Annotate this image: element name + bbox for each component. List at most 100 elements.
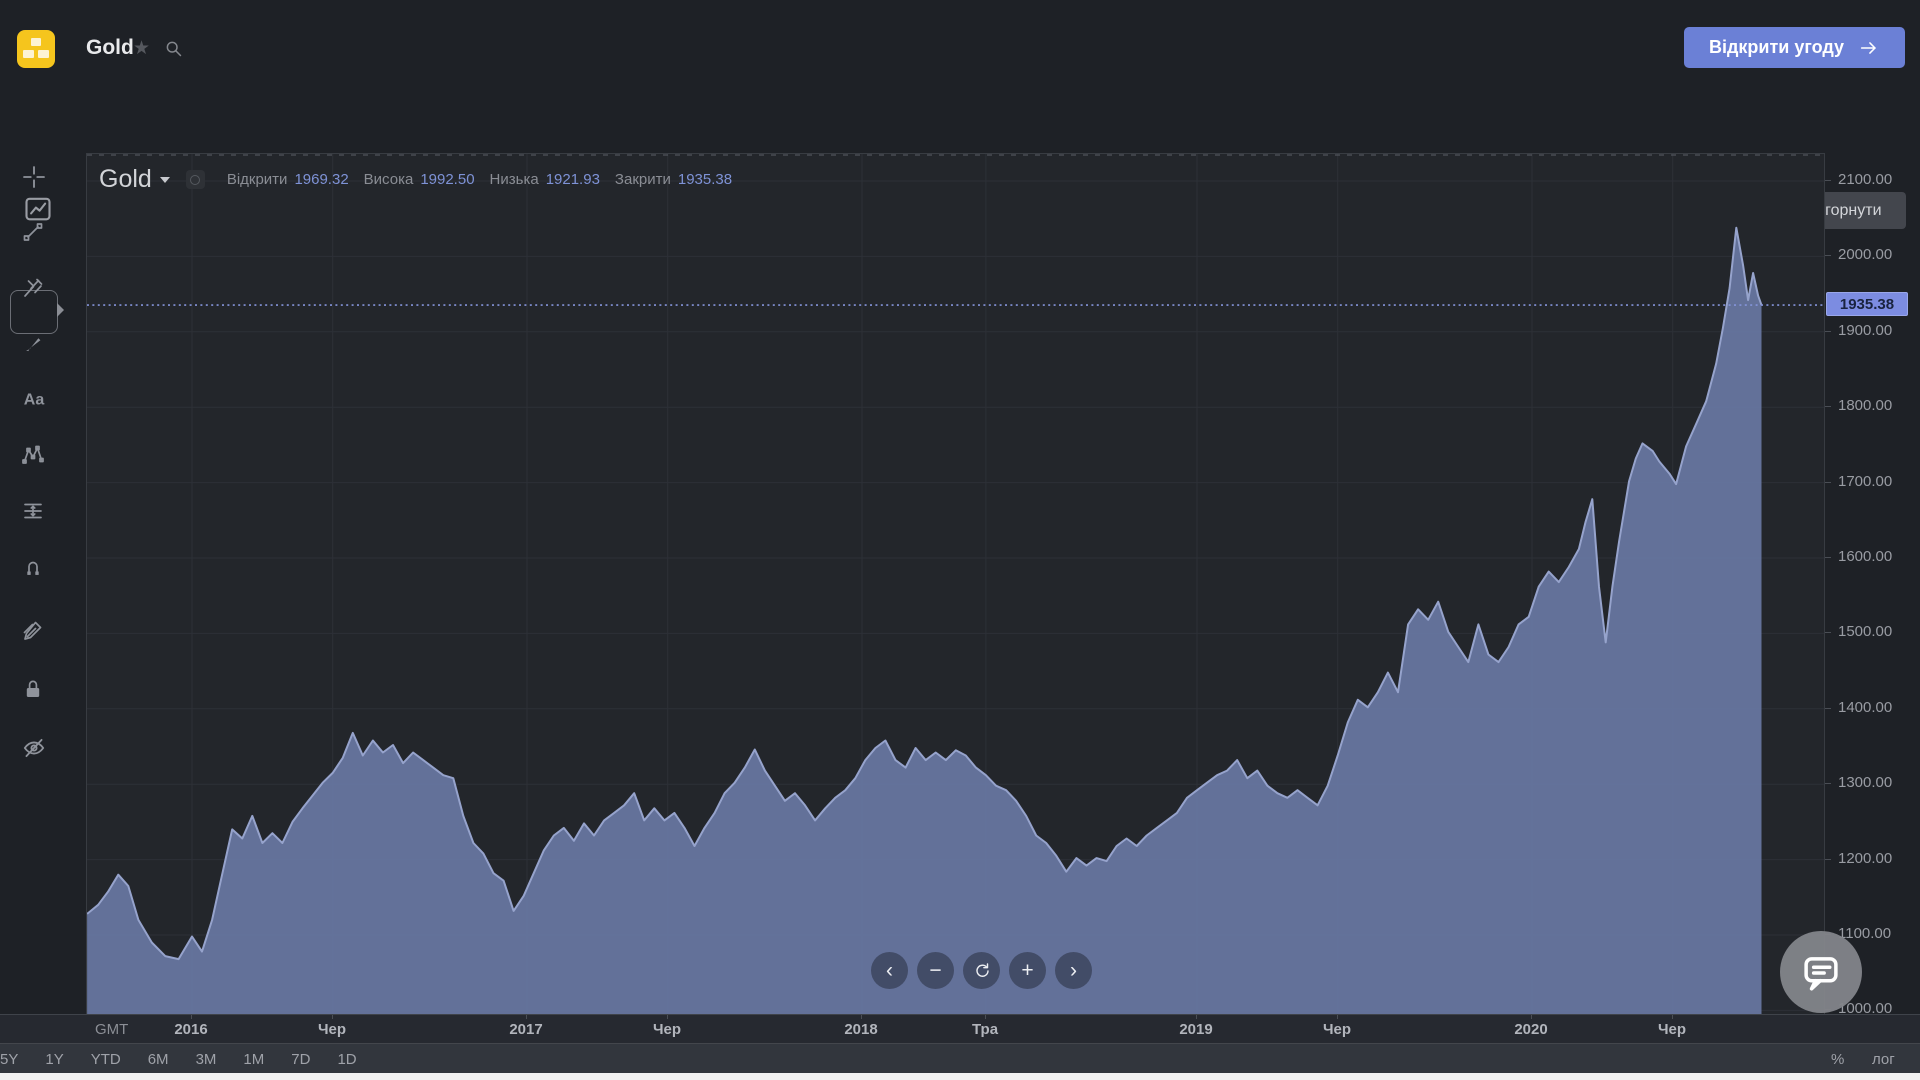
crosshair-tool-icon[interactable]	[21, 164, 45, 188]
symbol-title: Gold	[86, 36, 134, 60]
xabcd-pattern-tool-icon[interactable]	[21, 443, 45, 467]
zoom-in-button[interactable]: +	[1009, 952, 1046, 989]
price-tick-label: 1900.00	[1838, 322, 1892, 339]
chat-bubble-icon	[1800, 951, 1842, 993]
price-tick-label: 2100.00	[1838, 171, 1892, 188]
search-icon[interactable]	[163, 38, 184, 59]
price-tick-mark	[1825, 406, 1831, 407]
time-tick-mark	[985, 1015, 986, 1019]
range-button-1Y[interactable]: 1Y	[45, 1051, 63, 1068]
time-tick-mark	[861, 1015, 862, 1019]
time-tick-label-2017: 2017	[471, 1021, 581, 1038]
time-tick-label-Чер: Чер	[1617, 1021, 1727, 1038]
chat-button[interactable]	[1780, 931, 1862, 1013]
range-button-6M[interactable]: 6M	[148, 1051, 169, 1068]
price-tick-mark	[1825, 557, 1831, 558]
legend-label-1: Висока	[364, 171, 414, 188]
range-button-YTD[interactable]: YTD	[91, 1051, 121, 1068]
gold-area-chart	[87, 154, 1825, 1015]
time-tick-label-Тра: Тра	[930, 1021, 1040, 1038]
text-tool-icon[interactable]: Aa	[21, 387, 45, 411]
pitchfork-tool-icon[interactable]	[21, 276, 45, 300]
zoom-out-button[interactable]: −	[917, 952, 954, 989]
chart-plot[interactable]: Gold Відкрити 1969.32 Висока 1992.50 Низька 1…	[86, 153, 1825, 1015]
time-tick-mark	[1196, 1015, 1197, 1019]
price-tick-mark	[1825, 632, 1831, 633]
range-button-1M[interactable]: 1M	[243, 1051, 264, 1068]
range-button-5Y[interactable]: 5Y	[0, 1051, 18, 1068]
price-tick-mark	[1825, 482, 1831, 483]
drawing-toolbar: Aa	[0, 135, 66, 1015]
lock-tool-icon[interactable]	[21, 677, 45, 701]
log-scale-button[interactable]: лог	[1872, 1051, 1895, 1068]
time-tick-mark	[1672, 1015, 1673, 1019]
legend-label-3: Закрити	[615, 171, 671, 188]
reset-button[interactable]	[963, 952, 1000, 989]
brush-tool-icon[interactable]	[21, 331, 45, 355]
legend-value-2: 1921.93	[546, 171, 600, 188]
timezone-label[interactable]: GMT	[95, 1021, 128, 1038]
time-tick-mark	[332, 1015, 333, 1019]
range-button-3M[interactable]: 3M	[196, 1051, 217, 1068]
legend-label-2: Низька	[490, 171, 539, 188]
price-tick-mark	[1825, 859, 1831, 860]
open-deal-label: Відкрити угоду	[1709, 37, 1844, 58]
range-button-1D[interactable]: 1D	[337, 1051, 356, 1068]
price-tick-label: 1300.00	[1838, 774, 1892, 791]
pan-right-button[interactable]: ›	[1055, 952, 1092, 989]
legend-value-0: 1969.32	[294, 171, 348, 188]
price-tick-label: 1700.00	[1838, 473, 1892, 490]
price-tick-mark	[1825, 708, 1831, 709]
time-tick-mark	[1337, 1015, 1338, 1019]
price-tick-label: 2000.00	[1838, 246, 1892, 263]
price-tick-label: 1200.00	[1838, 850, 1892, 867]
draw-tool-icon[interactable]	[21, 618, 45, 642]
long-position-tool-icon[interactable]	[21, 499, 45, 523]
price-tick-mark	[1825, 180, 1831, 181]
percent-scale-button[interactable]: %	[1831, 1051, 1844, 1068]
price-tick-label: 1800.00	[1838, 397, 1892, 414]
time-tick-mark	[667, 1015, 668, 1019]
range-bar: % лог 5Y 1Y YTD 6M 3M 1M 7D 1D	[0, 1043, 1920, 1074]
price-tick-label: 1500.00	[1838, 623, 1892, 640]
time-tick-label-Чер: Чер	[612, 1021, 722, 1038]
plot-top-ticks	[87, 154, 1825, 156]
zoom-controls: ‹− +›	[871, 952, 1092, 989]
trading-terminal: Gold ★ Відкрити угоду 51Д1Н Індикатори П…	[0, 0, 1920, 1080]
gold-logo-icon	[17, 30, 55, 68]
time-tick-label-2018: 2018	[806, 1021, 916, 1038]
legend-label-0: Відкрити	[227, 171, 288, 188]
header: Gold ★ Відкрити угоду	[0, 0, 1920, 80]
legend-symbol[interactable]: Gold	[99, 165, 152, 194]
page-edge	[0, 1073, 1920, 1080]
legend-chevron-down-icon[interactable]	[160, 177, 170, 183]
legend-value-3: 1935.38	[678, 171, 732, 188]
time-tick-label-2020: 2020	[1476, 1021, 1586, 1038]
price-tick-mark	[1825, 783, 1831, 784]
time-tick-mark	[526, 1015, 527, 1019]
tool-flyout-arrow-icon[interactable]	[57, 303, 64, 317]
favorite-star-icon[interactable]: ★	[133, 37, 150, 60]
price-tick-label: 1400.00	[1838, 699, 1892, 716]
chart-toolbar: 51Д1Н Індикатори Порівняти Купити Згорну…	[0, 95, 1920, 135]
open-deal-button[interactable]: Відкрити угоду	[1684, 27, 1905, 68]
hide-tool-icon[interactable]	[21, 735, 45, 759]
pan-left-button[interactable]: ‹	[871, 952, 908, 989]
legend-value-1: 1992.50	[420, 171, 474, 188]
price-tick-mark	[1825, 331, 1831, 332]
price-tick-label: 1600.00	[1838, 548, 1892, 565]
ohlc-legend: Gold Відкрити 1969.32 Висока 1992.50 Низька 1…	[99, 165, 747, 194]
arrow-right-icon	[1858, 37, 1880, 59]
price-tick-mark	[1825, 255, 1831, 256]
range-button-7D[interactable]: 7D	[291, 1051, 310, 1068]
trend-line-tool-icon[interactable]	[21, 220, 45, 244]
time-tick-mark	[191, 1015, 192, 1019]
svg-text:Aa: Aa	[24, 392, 45, 409]
time-tick-label-Чер: Чер	[1282, 1021, 1392, 1038]
legend-marker-icon[interactable]	[186, 170, 205, 189]
magnet-tool-icon[interactable]	[21, 555, 45, 579]
time-tick-label-2019: 2019	[1141, 1021, 1251, 1038]
time-tick-mark	[1531, 1015, 1532, 1019]
price-axis[interactable]: 2100.00 2000.00 1900.00 1800.00 1700.00 1600.…	[1824, 153, 1920, 1014]
time-axis[interactable]: GMT 2016Чер2017Чер2018Тра2019Чер2020Чер	[0, 1014, 1920, 1044]
